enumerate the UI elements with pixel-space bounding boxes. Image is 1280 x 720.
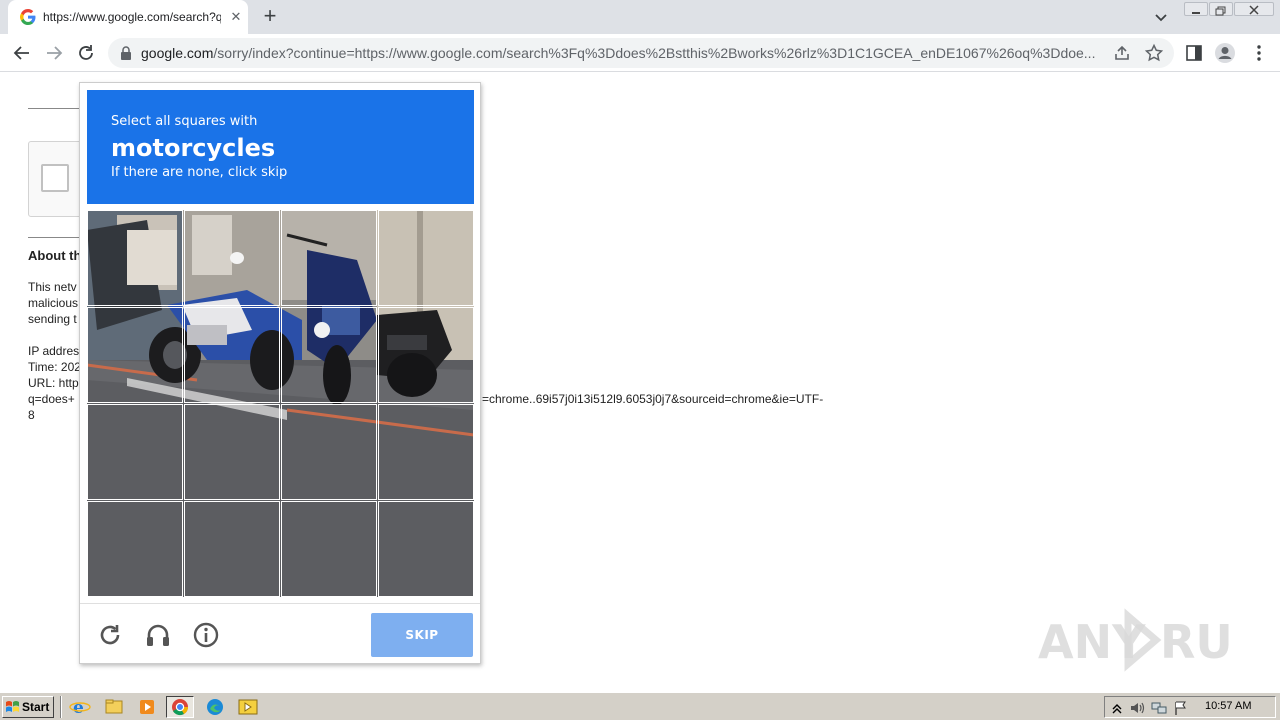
windows-taskbar: Start e 10:57 AM (0, 692, 1280, 720)
url-path: /sorry/index?continue=https://www.google… (213, 45, 1096, 61)
challenge-tile[interactable] (281, 501, 377, 597)
svg-text:RUN: RUN (1160, 615, 1234, 669)
headphones-audio-icon[interactable] (144, 621, 172, 649)
kebab-menu-icon[interactable] (1248, 42, 1270, 64)
url-domain: google.com (141, 45, 214, 61)
svg-text:e: e (73, 698, 84, 718)
browser-toolbar: google.com/sorry/index?continue=https://… (0, 34, 1280, 72)
start-button[interactable]: Start (2, 696, 54, 718)
divider (28, 237, 80, 238)
bookmark-star-icon[interactable] (1144, 43, 1164, 63)
page-text-line: This netv (28, 280, 77, 294)
new-tab-button[interactable]: + (258, 5, 282, 29)
tab-title: https://www.google.com/search?q= (43, 10, 221, 24)
url-line: URL: http (28, 376, 79, 390)
back-arrow-icon[interactable] (11, 42, 33, 64)
time-line: Time: 202 (28, 360, 80, 374)
network-icon[interactable] (1151, 700, 1167, 716)
recaptcha-challenge-dialog: Select all squares with motorcycles If t… (79, 82, 481, 664)
challenge-tile[interactable] (184, 307, 280, 403)
media-app-icon[interactable] (234, 696, 262, 718)
media-player-icon[interactable] (133, 696, 161, 718)
window-restore-button[interactable] (1209, 2, 1233, 16)
tab-search-chevron-icon[interactable] (1152, 8, 1170, 26)
instruction-target: motorcycles (111, 134, 276, 162)
separator (60, 696, 62, 718)
ie-taskbar-icon[interactable]: e (66, 696, 94, 718)
tab-strip: https://www.google.com/search?q= ✕ + (0, 0, 1280, 34)
side-panel-icon[interactable] (1183, 42, 1205, 64)
ip-address-line: IP addres (28, 344, 80, 358)
challenge-tile[interactable] (87, 404, 183, 500)
url-query-line: q=does+ (28, 392, 75, 406)
challenge-tile[interactable] (378, 210, 474, 306)
window-close-button[interactable] (1234, 2, 1274, 16)
share-icon[interactable] (1113, 44, 1131, 62)
google-favicon-icon (20, 9, 36, 25)
challenge-tile[interactable] (281, 404, 377, 500)
info-icon[interactable] (192, 621, 220, 649)
url-text[interactable]: google.com/sorry/index?continue=https://… (141, 45, 1103, 61)
reload-icon[interactable] (75, 42, 97, 64)
divider (28, 108, 80, 109)
challenge-tile[interactable] (378, 404, 474, 500)
window-minimize-button[interactable] (1184, 2, 1208, 16)
challenge-tile[interactable] (87, 210, 183, 306)
url-query-end: 8 (28, 408, 35, 422)
reload-challenge-icon[interactable] (96, 621, 124, 649)
challenge-tile[interactable] (281, 210, 377, 306)
forward-arrow-icon[interactable] (43, 42, 65, 64)
chrome-taskbar-icon[interactable] (166, 696, 194, 718)
challenge-instructions: Select all squares with motorcycles If t… (87, 90, 474, 204)
lock-icon[interactable] (120, 46, 132, 60)
address-bar[interactable]: google.com/sorry/index?continue=https://… (108, 38, 1174, 68)
volume-icon[interactable] (1129, 700, 1145, 716)
explorer-folder-icon[interactable] (100, 696, 128, 718)
page-text-line: sending t (28, 312, 77, 326)
challenge-image-grid (87, 210, 474, 597)
browser-tab[interactable]: https://www.google.com/search?q= ✕ (8, 0, 248, 34)
url-query-tail: =chrome..69i57j0i13i512l9.6053j0j7&sourc… (482, 392, 824, 406)
challenge-tile[interactable] (184, 404, 280, 500)
challenge-tile[interactable] (87, 307, 183, 403)
challenge-tile[interactable] (378, 501, 474, 597)
recaptcha-checkbox[interactable] (41, 164, 69, 192)
challenge-tile[interactable] (184, 501, 280, 597)
instruction-text: Select all squares with (111, 114, 258, 129)
edge-taskbar-icon[interactable] (201, 696, 229, 718)
about-heading: About th (28, 248, 80, 263)
action-center-flag-icon[interactable] (1173, 700, 1189, 716)
challenge-tile[interactable] (184, 210, 280, 306)
start-label: Start (22, 700, 50, 714)
challenge-tile[interactable] (378, 307, 474, 403)
tab-close-icon[interactable]: ✕ (228, 9, 244, 25)
anyrun-watermark-logo: ANY RUN (1038, 608, 1234, 672)
page-text-line: malicious (28, 296, 79, 310)
skip-button[interactable]: SKIP (371, 613, 473, 657)
challenge-tile[interactable] (87, 501, 183, 597)
clock: 10:57 AM (1205, 700, 1252, 712)
system-tray: 10:57 AM (1104, 696, 1276, 718)
challenge-footer: SKIP (80, 603, 480, 663)
tray-expand-icon[interactable] (1109, 700, 1125, 716)
instruction-hint: If there are none, click skip (111, 165, 288, 180)
profile-avatar-icon[interactable] (1214, 42, 1236, 64)
windows-flag-icon (6, 701, 19, 712)
challenge-tile[interactable] (281, 307, 377, 403)
